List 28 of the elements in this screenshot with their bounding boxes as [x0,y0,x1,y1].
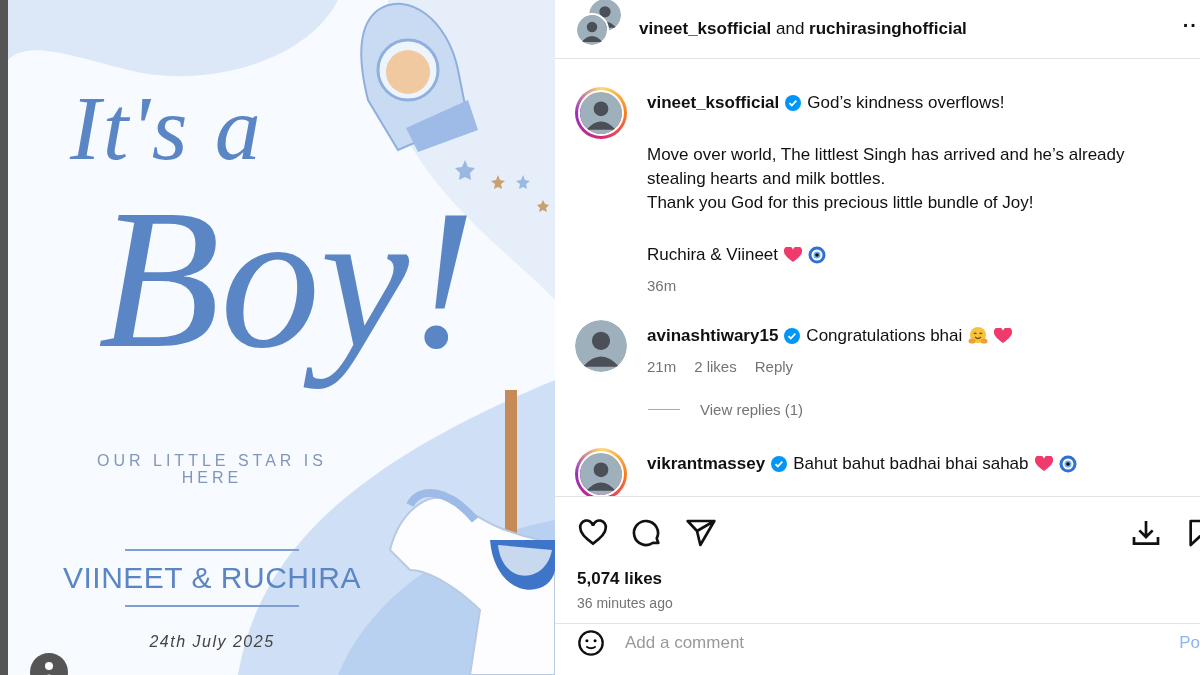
post-authors: vineet_ksofficial and ruchirasinghofficial [639,19,967,39]
caption-time: 36m [647,277,677,294]
username[interactable]: vikrantmassey [647,454,766,474]
comment-icon[interactable] [631,517,663,549]
user-avatar[interactable] [575,87,627,139]
reply-link[interactable]: Reply [754,358,794,375]
comment-text: Congratulations bhai [806,326,963,346]
comment-likes[interactable]: 2 likes [694,358,737,375]
like-count[interactable]: 5,074 likes [555,569,1200,589]
user-avatar[interactable] [575,320,627,372]
comment-time: 21m [647,358,677,375]
tagline: OUR LITTLE STAR IS HERE [96,452,328,486]
caption-text: Move over world, The littlest Singh has arrived and he’s already stealing hearts and milk bottles. [647,144,1126,190]
emoji-icon[interactable] [577,629,605,657]
username[interactable]: avinashtiwary15 [647,326,779,346]
announcement-date: 24th July 2025 [149,633,275,651]
post-time: 36 minutes ago [555,589,1200,624]
username[interactable]: vineet_ksofficial [647,93,780,113]
share-icon[interactable] [685,517,717,549]
user-avatar[interactable] [575,448,627,496]
view-replies-link[interactable]: View replies (1) [700,401,804,418]
caption-text: God’s kindness overflows! [807,93,1005,113]
comment-text: Bahut bahut badhai bhai sahab [793,454,1029,474]
avatar[interactable] [575,13,609,47]
more-options-button[interactable]: ·· [1182,14,1198,37]
caption-signature: Ruchira & Viineet [647,245,779,265]
caption-text: Thank you God for this precious little bundle of Joy! [647,192,1035,214]
couple-names: VIINEET & RUCHIRA [63,561,361,595]
